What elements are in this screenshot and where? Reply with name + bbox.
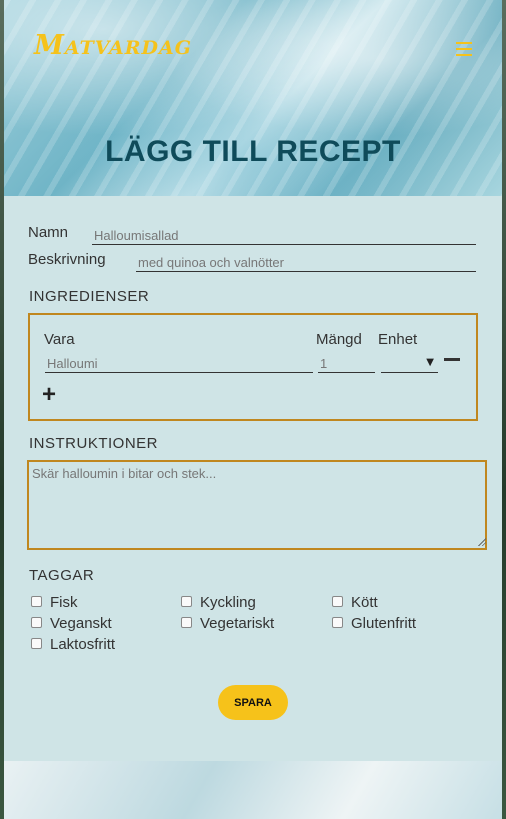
tags-heading: TAGGAR	[29, 567, 95, 584]
footer-background	[4, 761, 502, 819]
checkbox-vegetariskt[interactable]	[181, 617, 192, 628]
ingredient-unit-header: Enhet	[378, 331, 418, 348]
tag-label-veganskt: Veganskt	[50, 615, 112, 632]
ingredient-item-header: Vara	[44, 331, 75, 348]
description-label: Beskrivning	[28, 251, 106, 268]
right-background-strip	[502, 0, 506, 819]
logo[interactable]: Matvardag	[34, 30, 192, 61]
checkbox-glutenfritt[interactable]	[332, 617, 343, 628]
hamburger-menu-icon[interactable]	[456, 42, 472, 56]
checkbox-veganskt[interactable]	[31, 617, 42, 628]
tag-label-glutenfritt: Glutenfritt	[351, 615, 417, 632]
resize-grip-icon[interactable]	[478, 538, 486, 546]
tag-label-kyckling: Kyckling	[200, 594, 256, 611]
tag-label-vegetariskt: Vegetariskt	[200, 615, 275, 632]
checkbox-kyckling[interactable]	[181, 596, 192, 607]
ingredients-heading: INGREDIENSER	[29, 288, 150, 305]
checkbox-laktosfritt[interactable]	[31, 638, 42, 649]
ingredient-item-input[interactable]	[45, 355, 313, 373]
description-input[interactable]	[136, 254, 476, 272]
ingredient-unit-select[interactable]: ▼	[381, 354, 438, 373]
page-title: LÄGG TILL RECEPT	[105, 135, 401, 168]
minus-icon[interactable]	[444, 358, 460, 361]
save-button[interactable]: SPARA	[218, 685, 288, 720]
name-label: Namn	[28, 224, 69, 241]
checkbox-kott[interactable]	[332, 596, 343, 607]
page: Matvardag LÄGG TILL RECEPT Namn Beskrivn…	[4, 0, 502, 819]
tag-label-laktosfritt: Laktosfritt	[50, 636, 116, 653]
instructions-heading: INSTRUKTIONER	[29, 435, 159, 452]
instructions-textarea[interactable]	[27, 460, 487, 550]
tag-label-kott: Kött	[351, 594, 378, 611]
plus-icon[interactable]: +	[42, 383, 56, 407]
checkbox-fisk[interactable]	[31, 596, 42, 607]
ingredient-amount-input[interactable]	[318, 355, 375, 373]
chevron-down-icon: ▼	[426, 357, 434, 368]
name-input[interactable]	[92, 227, 476, 245]
tag-label-fisk: Fisk	[50, 594, 78, 611]
ingredient-amount-header: Mängd	[316, 331, 362, 348]
